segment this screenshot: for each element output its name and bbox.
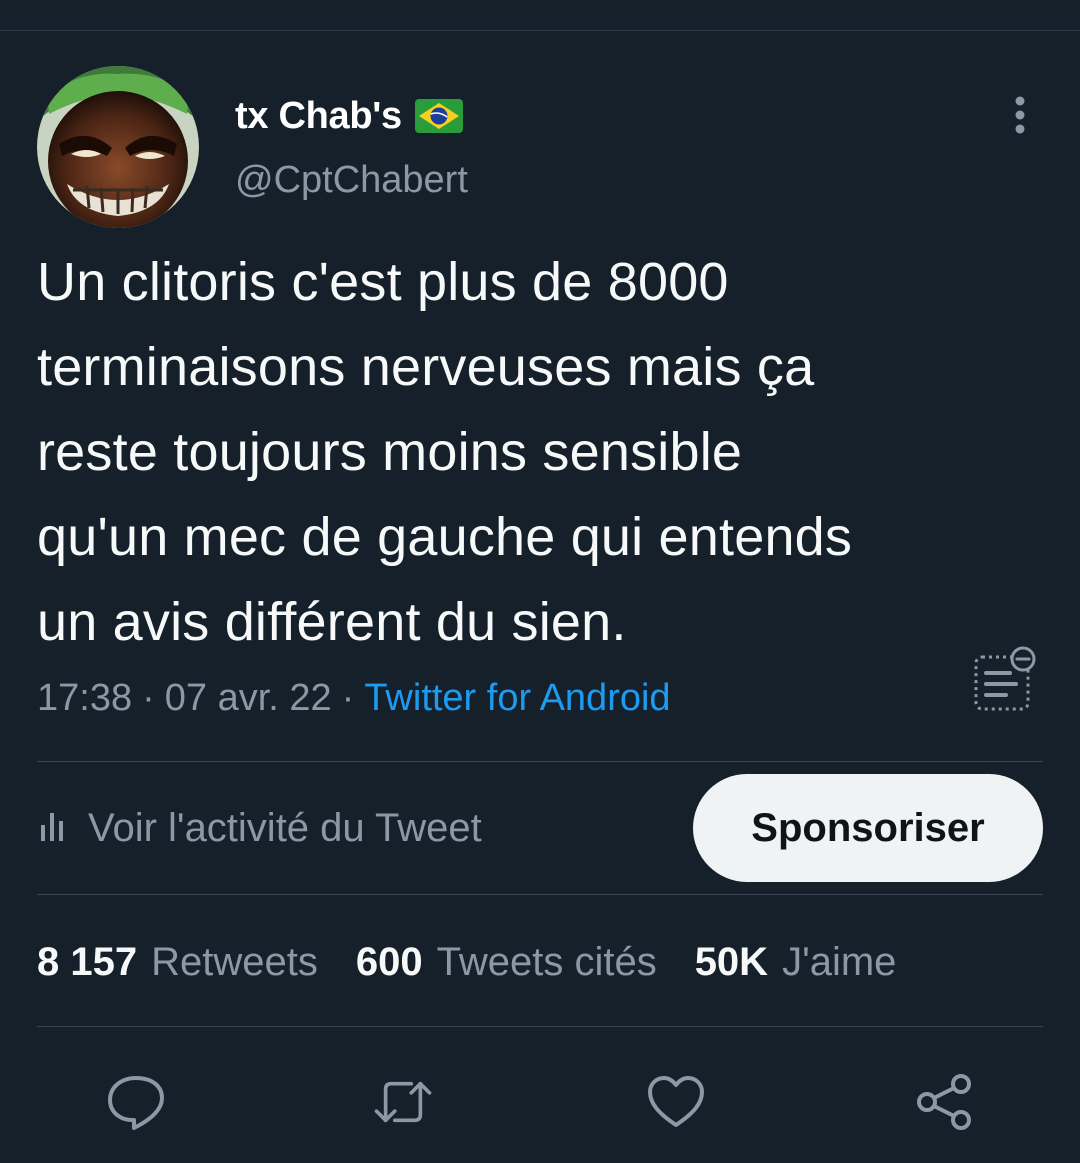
tweet-stats: 8 157 Retweets 600 Tweets cités 50K J'ai… [37, 934, 934, 990]
like-icon [648, 1076, 704, 1127]
tweet-text: Un clitoris c'est plus de 8000 terminais… [37, 252, 853, 652]
display-name-text: tx Chab's [235, 95, 402, 137]
divider [37, 1026, 1043, 1027]
like-button[interactable] [644, 1070, 708, 1134]
stat-value: 8 157 [37, 940, 138, 984]
share-button[interactable] [913, 1070, 977, 1134]
user-handle[interactable]: @CptChabert [235, 158, 468, 202]
stat-value: 50K [694, 940, 769, 984]
meta-separator: · [341, 677, 355, 719]
display-name[interactable]: tx Chab's [235, 94, 464, 138]
meta-separator: · [142, 677, 155, 719]
share-icon [917, 1074, 971, 1130]
tweet-meta: 17:38 · 07 avr. 22 · Twitter for Android [37, 672, 671, 724]
divider [37, 761, 1043, 762]
tweet-date[interactable]: 07 avr. 22 [165, 677, 332, 719]
tweet-source-link[interactable]: Twitter for Android [364, 677, 670, 719]
reply-icon [108, 1076, 164, 1130]
divider [37, 894, 1043, 895]
sponsor-button[interactable]: Sponsoriser [693, 774, 1043, 882]
reply-button[interactable] [104, 1070, 168, 1134]
activity-label: Voir l'activité du Tweet [88, 806, 482, 850]
avatar[interactable] [37, 66, 199, 228]
community-notes-icon[interactable] [970, 645, 1036, 715]
top-divider [0, 30, 1080, 31]
tweet-detail: tx Chab's @CptChabert Un clitoris c'est … [0, 0, 1080, 1163]
bar-chart-icon [40, 800, 66, 856]
flag-brazil-icon [414, 98, 464, 134]
stat-label: Tweets cités [436, 940, 657, 984]
more-options-button[interactable] [1000, 92, 1040, 138]
tweet-activity-link[interactable]: Voir l'activité du Tweet [40, 800, 482, 856]
retweet-icon [374, 1081, 432, 1123]
retweets-count[interactable]: 8 157 Retweets [37, 934, 318, 990]
more-vertical-icon [1015, 96, 1025, 134]
retweet-button[interactable] [371, 1070, 435, 1134]
quote-tweets-count[interactable]: 600 Tweets cités [356, 934, 657, 990]
stat-value: 600 [355, 940, 423, 984]
stat-label: J'aime [782, 940, 897, 984]
stat-label: Retweets [151, 940, 318, 984]
tweet-time[interactable]: 17:38 [37, 677, 132, 719]
likes-count[interactable]: 50K J'aime [695, 934, 897, 990]
